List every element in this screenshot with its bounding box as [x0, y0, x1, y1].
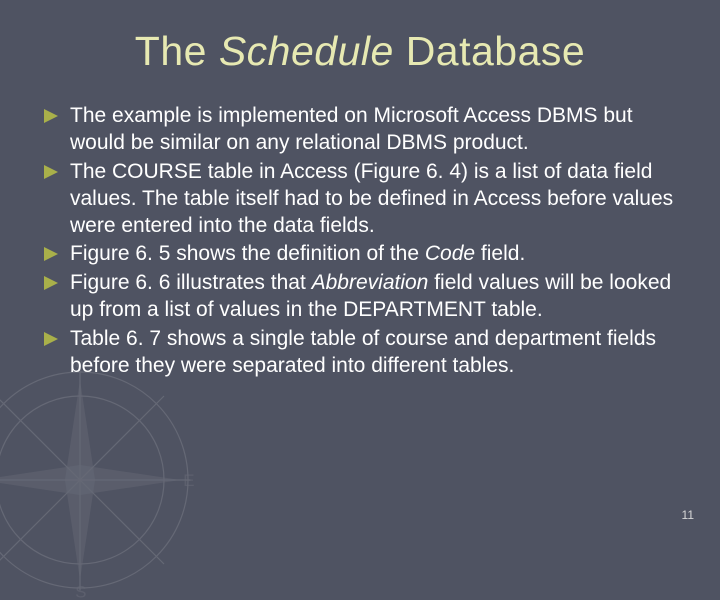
bullet-text: The COURSE table in Access (Figure 6. 4)…: [70, 160, 673, 237]
plain-text: The example is implemented on Microsoft …: [70, 104, 633, 154]
bullet-text: Figure 6. 5 shows the definition of the …: [70, 242, 525, 265]
plain-text: Figure 6. 6 illustrates that: [70, 271, 312, 294]
plain-text: The COURSE table in Access (Figure 6. 4)…: [70, 160, 673, 237]
title-post: Database: [394, 28, 585, 74]
bullet-item: Figure 6. 5 shows the definition of the …: [44, 241, 676, 268]
emphasis-text: Abbreviation: [312, 271, 429, 294]
bullet-list: The example is implemented on Microsoft …: [44, 103, 676, 380]
page-number: 11: [682, 508, 694, 522]
bullet-text: Figure 6. 6 illustrates that Abbreviatio…: [70, 271, 671, 321]
triangle-bullet-icon: [44, 247, 58, 261]
bullet-item: The example is implemented on Microsoft …: [44, 103, 676, 157]
plain-text: field.: [475, 242, 525, 265]
title-emphasis: Schedule: [219, 28, 394, 74]
triangle-bullet-icon: [44, 276, 58, 290]
svg-text:S: S: [75, 583, 86, 600]
title-pre: The: [135, 28, 219, 74]
emphasis-text: Code: [425, 242, 475, 265]
triangle-bullet-icon: [44, 165, 58, 179]
plain-text: Table 6. 7 shows a single table of cours…: [70, 327, 656, 377]
bullet-text: The example is implemented on Microsoft …: [70, 104, 633, 154]
bullet-item: Figure 6. 6 illustrates that Abbreviatio…: [44, 270, 676, 324]
bullet-item: Table 6. 7 shows a single table of cours…: [44, 326, 676, 380]
slide-title: The Schedule Database: [44, 28, 676, 75]
triangle-bullet-icon: [44, 332, 58, 346]
plain-text: Figure 6. 5 shows the definition of the: [70, 242, 425, 265]
bullet-text: Table 6. 7 shows a single table of cours…: [70, 327, 656, 377]
slide-container: The Schedule Database The example is imp…: [0, 0, 720, 540]
triangle-bullet-icon: [44, 109, 58, 123]
bullet-item: The COURSE table in Access (Figure 6. 4)…: [44, 159, 676, 240]
